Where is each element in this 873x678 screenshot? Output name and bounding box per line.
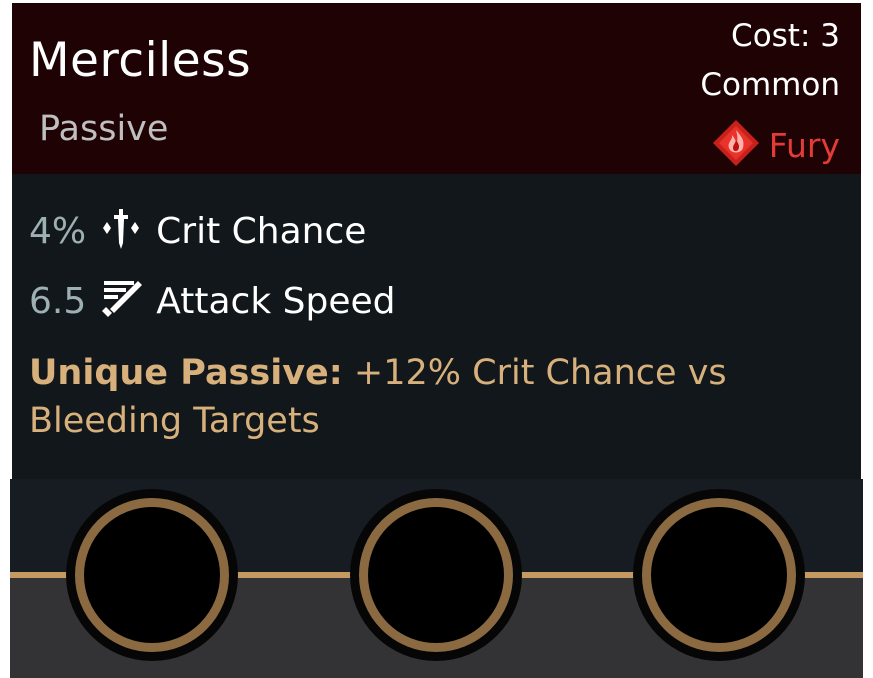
socket-ring — [75, 498, 229, 652]
item-rarity: Common — [700, 67, 840, 103]
item-cost: Cost: 3 — [731, 18, 840, 54]
item-subtype: Passive — [39, 109, 169, 149]
socket-ring — [642, 498, 796, 652]
unique-passive-label: Unique Passive: — [29, 353, 343, 393]
socket-bar — [10, 479, 863, 678]
stat-row-attack-speed: 6.5 Attack Speed — [29, 275, 396, 328]
item-title: Merciless — [29, 33, 252, 88]
crit-chance-icon — [98, 205, 144, 258]
item-card: Merciless Passive Cost: 3 Common Fury 4% — [12, 3, 861, 479]
socket-1[interactable] — [66, 489, 238, 661]
stat-row-crit-chance: 4% Crit Chance — [29, 205, 366, 258]
unique-passive-text: Unique Passive: +12% Crit Chance vs Blee… — [29, 349, 849, 445]
card-header: Merciless Passive Cost: 3 Common Fury — [12, 3, 861, 174]
socket-ring — [359, 498, 513, 652]
stat-value: 6.5 — [29, 280, 87, 322]
socket-3[interactable] — [633, 489, 805, 661]
stat-value: 4% — [29, 210, 87, 252]
element-label: Fury — [768, 126, 840, 165]
attack-speed-icon — [98, 275, 144, 328]
fury-flame-icon — [711, 118, 761, 173]
stat-label: Crit Chance — [156, 210, 367, 252]
stat-label: Attack Speed — [156, 280, 396, 322]
item-element: Fury — [711, 118, 840, 173]
socket-2[interactable] — [350, 489, 522, 661]
